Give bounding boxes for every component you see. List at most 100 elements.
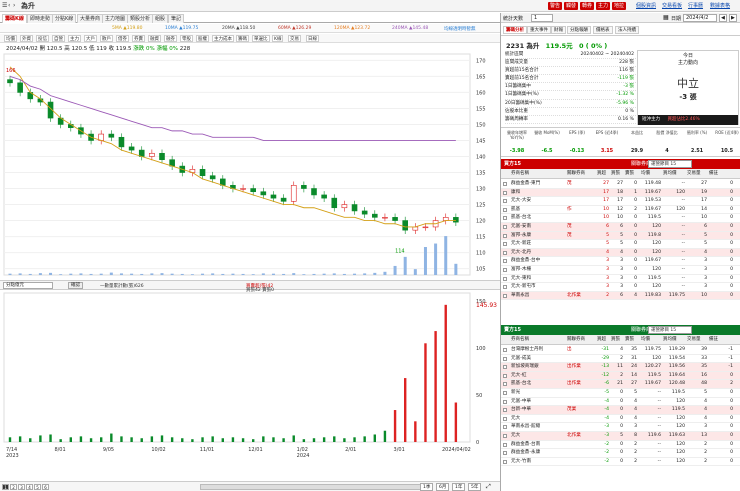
page-1[interactable]: 1 <box>2 484 9 490</box>
row-checkbox[interactable] <box>503 373 507 378</box>
zoom-icon[interactable]: ⤢ <box>486 483 491 491</box>
row-checkbox[interactable] <box>503 285 507 290</box>
calendar-icon[interactable]: ▦ <box>663 14 669 21</box>
rtab-branch-return[interactable]: 分點報酬 <box>567 26 591 34</box>
tool-margin[interactable]: 融資 <box>148 35 161 42</box>
ma-note[interactable]: 均線透明時暫無 <box>444 26 476 32</box>
row-checkbox[interactable] <box>503 216 507 221</box>
row-checkbox[interactable] <box>503 207 507 212</box>
row-checkbox[interactable] <box>503 356 507 361</box>
tool-side-ratio[interactable]: 單邊比 <box>252 35 270 42</box>
row-checkbox[interactable] <box>503 459 507 464</box>
table-row[interactable]: 康和 17 18 1 119.67 120 19 0 <box>501 188 740 198</box>
row-checkbox[interactable] <box>503 382 507 387</box>
back-icon[interactable]: ‹ <box>8 2 10 9</box>
tool-kline[interactable]: K線 <box>272 35 284 42</box>
page-2[interactable]: 2 <box>10 484 17 490</box>
tab-main-map[interactable]: 主力地圖 <box>102 14 129 23</box>
table-row[interactable]: 元大-北丹 4 4 0 120 -- 4 0 <box>501 248 740 258</box>
scrollbar[interactable] <box>200 484 430 490</box>
tab-big-broker[interactable]: 大量券商 <box>77 14 104 23</box>
tool-main[interactable]: 主力 <box>68 35 81 42</box>
table-row[interactable]: 元大-新莊 5 5 0 120 -- 5 0 <box>501 240 740 249</box>
row-checkbox[interactable] <box>503 408 507 413</box>
alert-button[interactable]: 警告 <box>548 2 563 10</box>
row-checkbox[interactable] <box>503 233 507 238</box>
page-6[interactable]: 6 <box>42 484 49 490</box>
link-data-table[interactable]: 數據表格 <box>710 2 730 9</box>
next-date-button[interactable]: ▶ <box>729 14 737 22</box>
tool-lend[interactable]: 借券 <box>116 35 129 42</box>
chart-area[interactable]: 170 165 160 155 150 145 140 135 130 125 120 115 110 1… <box>0 50 500 460</box>
rtab-report[interactable]: 財報 <box>551 26 566 34</box>
table-row[interactable]: 元大 北作業 -3 5 8 119.6 119.63 13 0 <box>501 432 740 441</box>
table-row[interactable]: 元富-安南 茂 6 6 0 120 -- 6 0 <box>501 223 740 232</box>
tab-notes[interactable]: 筆記 <box>168 14 185 23</box>
tool-equity[interactable]: 股權 <box>196 35 209 42</box>
tool-chip[interactable]: 籌碼 <box>236 35 249 42</box>
link-calendar[interactable]: 行事曆 <box>688 2 703 9</box>
table-row[interactable]: 元大-新屯市 3 3 0 120 -- 3 0 <box>501 283 740 292</box>
tool-day[interactable]: 日線 <box>306 35 319 42</box>
range-1y[interactable]: 1年 <box>452 483 466 491</box>
table-row[interactable]: 新加坡商瑞銀 出作業 -13 11 24 120.27 119.56 35 -1 <box>501 363 740 372</box>
page-4[interactable]: 4 <box>26 484 33 490</box>
row-checkbox[interactable] <box>503 416 507 421</box>
table-row[interactable]: 台灣摩根士丹利 出 -31 4 35 119.75 119.29 39 -1 <box>501 346 740 355</box>
tool-dealer[interactable]: 自營 <box>52 35 65 42</box>
link-stock-info[interactable]: 個股資訊 <box>636 2 656 9</box>
trigger-button[interactable]: 觸發 <box>564 2 579 10</box>
table-row[interactable]: 華南永昌-館總 -3 0 3 -- 120 3 0 <box>501 423 740 432</box>
row-checkbox[interactable] <box>503 425 507 430</box>
row-checkbox[interactable] <box>503 199 507 204</box>
table-row[interactable]: 元大-竹南 -2 0 2 -- 120 2 0 <box>501 458 740 467</box>
tool-short-sell[interactable]: 券賣 <box>132 35 145 42</box>
page-3[interactable]: 3 <box>18 484 25 490</box>
table-row[interactable]: 富邦-木柵 3 3 0 120 -- 3 0 <box>501 266 740 275</box>
tool-avg[interactable]: 均價 <box>4 35 17 42</box>
tool-trust[interactable]: 投信 <box>36 35 49 42</box>
table-row[interactable]: 凱基 作 10 12 2 119.67 120 14 0 <box>501 206 740 215</box>
confirm-button[interactable]: 確認 <box>68 282 83 289</box>
stat-days-select[interactable]: 1 <box>531 14 553 22</box>
table-row[interactable]: 元大-大安 17 17 0 119.53 -- 17 0 <box>501 197 740 206</box>
tool-retail[interactable]: 散戶 <box>100 35 113 42</box>
tab-group[interactable]: 組股 <box>152 14 169 23</box>
tool-large[interactable]: 大戶 <box>84 35 97 42</box>
candlestick-chart[interactable]: 170 165 160 155 150 145 140 135 130 125 120 115 110 1… <box>0 50 500 460</box>
menu-icon[interactable]: ☰ <box>2 2 7 9</box>
table-row[interactable]: 凱基-台北 10 10 0 119.5 -- 10 0 <box>501 214 740 223</box>
row-checkbox[interactable] <box>503 250 507 255</box>
row-checkbox[interactable] <box>503 348 507 352</box>
row-checkbox[interactable] <box>503 225 507 229</box>
table-row[interactable]: 凱基-台北 出作業 -6 21 27 119.67 120.48 48 2 <box>501 380 740 389</box>
row-checkbox[interactable] <box>503 276 507 281</box>
range-5y[interactable]: 5年 <box>468 483 482 491</box>
table-row[interactable]: 富邦-永康 茂 5 5 0 119.8 -- 5 0 <box>501 231 740 241</box>
tool-foreign[interactable]: 外資 <box>20 35 33 42</box>
sell-select[interactable]: 運營節目 15 <box>648 326 692 334</box>
tool-odd[interactable]: 零股 <box>180 35 193 42</box>
table-row[interactable]: 群益金鼎-東門 茂 27 27 0 119.48 -- 27 0 <box>501 180 740 189</box>
tab-branch-kline[interactable]: 分點K線 <box>52 14 77 23</box>
table-row[interactable]: 台新-中華 茂業 -4 0 4 -- 119.5 4 0 <box>501 406 740 415</box>
pull-button[interactable]: 地拉 <box>612 2 627 10</box>
table-row[interactable]: 元大-紅 -12 2 14 119.5 119.64 16 0 <box>501 371 740 381</box>
row-checkbox[interactable] <box>503 259 507 264</box>
forward-icon[interactable]: › <box>13 2 15 9</box>
row-checkbox[interactable] <box>503 268 507 272</box>
row-checkbox[interactable] <box>503 391 507 395</box>
row-checkbox[interactable] <box>503 434 507 438</box>
tool-short[interactable]: 融券 <box>164 35 177 42</box>
rtab-event[interactable]: 重大事件 <box>527 26 551 34</box>
tab-chip-kline[interactable]: 籌碼K線 <box>2 14 27 23</box>
row-checkbox[interactable] <box>503 442 507 447</box>
buy-select[interactable]: 運營節目 15 <box>648 160 692 168</box>
table-row[interactable]: 元大 -4 0 4 -- 120 4 0 <box>501 415 740 424</box>
table-row[interactable]: 群益金鼎-永康 -2 0 2 -- 120 2 0 <box>501 449 740 458</box>
rtab-chip[interactable]: 籌碼分析 <box>503 26 527 34</box>
table-row[interactable]: 群益金鼎-台中 3 3 0 119.67 -- 3 0 <box>501 257 740 266</box>
tool-trade[interactable]: 交易 <box>288 35 301 42</box>
table-row[interactable]: 新光 -5 0 5 -- 119.5 5 0 <box>501 389 740 398</box>
link-trade-board[interactable]: 交易看板 <box>662 2 682 9</box>
